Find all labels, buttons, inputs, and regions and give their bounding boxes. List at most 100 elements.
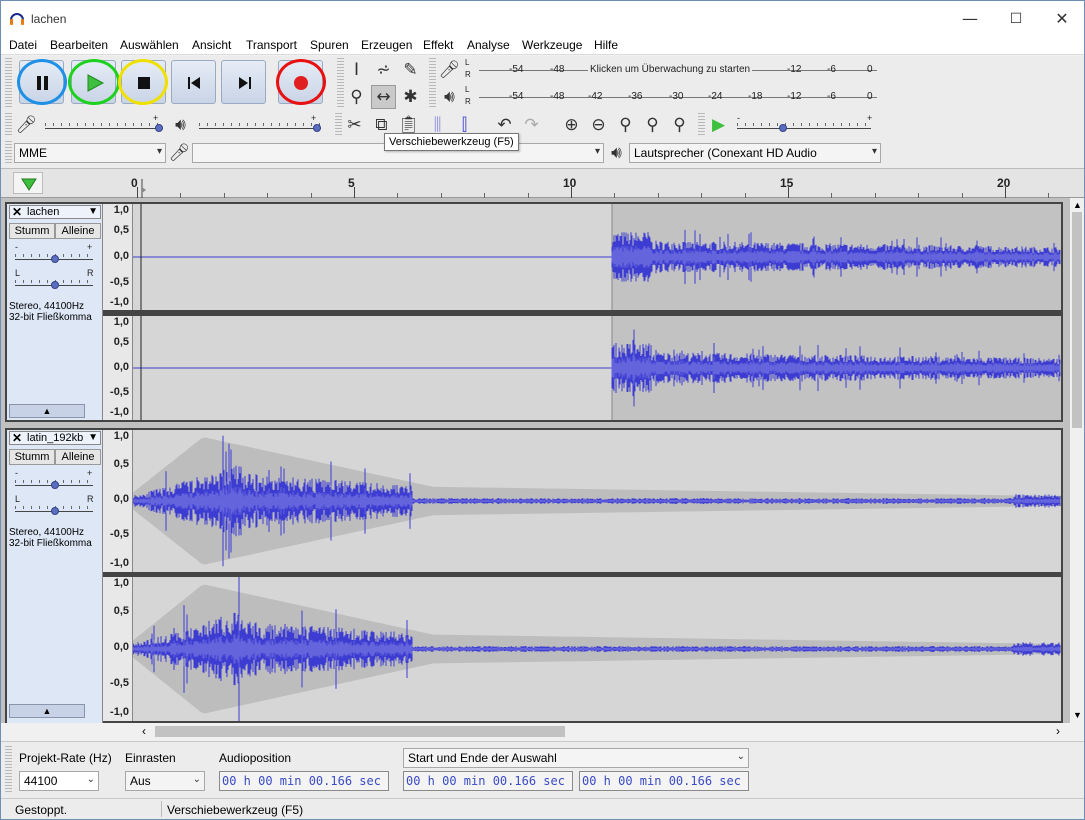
track-name-menu[interactable]: ✕ lachen ▼ <box>9 205 101 219</box>
vertical-scale[interactable]: 1,0 0,5 0,0 -0,5 -1,0 <box>103 577 133 721</box>
menu-ansicht[interactable]: Ansicht <box>192 38 231 52</box>
zoom-in-button[interactable]: ⊕ <box>559 113 584 137</box>
status-tool-text: Verschiebewerkzeug (F5) <box>167 803 304 817</box>
menu-werkzeuge[interactable]: Werkzeuge <box>522 38 582 52</box>
menu-spuren[interactable]: Spuren <box>310 38 349 52</box>
pan-thumb[interactable] <box>51 281 59 289</box>
track-name-menu[interactable]: ✕ latin_192kb ▼ <box>9 431 101 445</box>
mixer-toolbar-grip[interactable] <box>5 113 12 137</box>
skip-to-start-button[interactable] <box>171 60 216 104</box>
solo-button[interactable]: Alleine <box>55 449 101 465</box>
gain-thumb[interactable] <box>51 481 59 489</box>
zoom-toggle-button[interactable]: ⚲ <box>667 113 692 137</box>
zoom-tool-button[interactable]: ⚲ <box>344 85 369 109</box>
vertical-scale[interactable]: 1,0 0,5 0,0 -0,5 -1,0 <box>103 204 133 310</box>
menu-auswaehlen[interactable]: Auswählen <box>120 38 179 52</box>
double-arrow-icon: ↔ <box>376 87 391 107</box>
multi-tool-button[interactable]: ✱ <box>398 85 423 109</box>
meter-toolbar-grip[interactable] <box>429 58 436 108</box>
chevron-down-icon: ⌄ <box>192 774 201 785</box>
selection-mode-select[interactable]: Start und Ende der Auswahl ⌄ <box>403 748 749 768</box>
pan-thumb[interactable] <box>51 507 59 515</box>
collapse-track-button[interactable]: ▲ <box>9 404 85 418</box>
fit-project-button[interactable]: ⚲ <box>640 113 665 137</box>
selection-toolbar-grip[interactable] <box>5 746 12 794</box>
zoom-out-button[interactable]: ⊖ <box>586 113 611 137</box>
cut-button[interactable]: ✂ <box>342 113 367 137</box>
close-track-icon[interactable]: ✕ <box>12 205 22 219</box>
vertical-scroll-thumb[interactable] <box>1072 212 1082 428</box>
collapse-track-button[interactable]: ▲ <box>9 704 85 718</box>
solo-button[interactable]: Alleine <box>55 223 101 239</box>
record-meter[interactable]: -54 -48 Klicken um Überwachung zu starte… <box>475 58 879 82</box>
device-toolbar-grip[interactable] <box>5 141 12 165</box>
scroll-right-icon[interactable]: › <box>1056 724 1060 738</box>
record-meter-hint[interactable]: Klicken um Überwachung zu starten <box>588 64 753 75</box>
audio-position-field[interactable]: 00 h 00 min 00.166 sec <box>219 771 389 791</box>
recording-volume-slider[interactable]: + <box>43 113 167 136</box>
pan-slider[interactable]: L R <box>13 268 97 290</box>
waveform-channel-right[interactable] <box>133 316 1061 420</box>
selection-start-field[interactable]: 00 h 00 min 00.166 sec <box>403 771 573 791</box>
audio-host-select[interactable]: MME ▾ <box>14 143 166 163</box>
menu-transport[interactable]: Transport <box>246 38 297 52</box>
gain-slider[interactable]: - + <box>13 242 97 264</box>
pan-slider[interactable]: L R <box>13 494 97 516</box>
gain-slider[interactable]: - + <box>13 468 97 490</box>
menu-bearbeiten[interactable]: Bearbeiten <box>50 38 108 52</box>
close-track-icon[interactable]: ✕ <box>12 431 22 445</box>
fit-selection-button[interactable]: ⚲ <box>613 113 638 137</box>
play-meter-button[interactable]: 🔊︎ <box>437 85 462 109</box>
scroll-left-icon[interactable]: ‹ <box>142 724 146 738</box>
scroll-down-icon[interactable]: ▼ <box>1073 710 1082 720</box>
selection-tool-button[interactable]: I <box>344 58 369 82</box>
vertical-scale[interactable]: 1,0 0,5 0,0 -0,5 -1,0 <box>103 430 133 572</box>
timeline-options-button[interactable] <box>13 172 43 194</box>
dropdown-triangle-icon: ▼ <box>88 432 98 443</box>
timeline-ruler[interactable]: 0 5 10 15 20 <box>1 168 1084 199</box>
close-window-button[interactable]: ✕ <box>1039 7 1085 31</box>
recording-volume-thumb[interactable] <box>155 124 163 132</box>
horizontal-scrollbar[interactable]: ‹ › <box>1 723 1084 740</box>
draw-tool-button[interactable]: ✎ <box>398 58 423 82</box>
playback-device-value: Lautsprecher (Conexant HD Audio <box>634 146 817 160</box>
selection-end-field[interactable]: 00 h 00 min 00.166 sec <box>579 771 749 791</box>
waveform-channel-left[interactable] <box>133 204 1061 310</box>
menu-datei[interactable]: Datei <box>9 38 37 52</box>
envelope-tool-button[interactable]: ⩫ <box>371 58 396 82</box>
record-meter-button[interactable]: 🎤︎ <box>437 58 462 82</box>
tools-toolbar-grip[interactable] <box>337 58 344 108</box>
project-rate-select[interactable]: 44100 ⌄ <box>19 771 99 791</box>
mute-button[interactable]: Stumm <box>9 449 55 465</box>
playback-device-select[interactable]: Lautsprecher (Conexant HD Audio ▾ <box>629 143 881 163</box>
vertical-scrollbar[interactable]: ▲ ▼ <box>1070 198 1084 723</box>
gain-thumb[interactable] <box>51 255 59 263</box>
minimize-button[interactable]: — <box>947 7 993 31</box>
edit-toolbar-grip[interactable] <box>335 113 342 137</box>
skip-to-end-button[interactable] <box>221 60 266 104</box>
playback-volume-thumb[interactable] <box>313 124 321 132</box>
maximize-button[interactable]: ☐ <box>993 7 1039 31</box>
scroll-up-icon[interactable]: ▲ <box>1073 200 1082 210</box>
snap-select[interactable]: Aus ⌄ <box>125 771 205 791</box>
play-speed-thumb[interactable] <box>779 124 787 132</box>
scale-label: 0,5 <box>113 458 129 470</box>
play-speed-minus: - <box>737 113 740 123</box>
horizontal-scroll-thumb[interactable] <box>155 726 565 737</box>
toolbar-grip[interactable] <box>5 58 12 108</box>
playback-volume-slider[interactable]: + <box>197 113 325 136</box>
waveform-channel-left[interactable] <box>133 430 1061 572</box>
mute-button[interactable]: Stumm <box>9 223 55 239</box>
play-at-speed-button[interactable]: ▶ <box>706 113 731 137</box>
menu-effekt[interactable]: Effekt <box>423 38 453 52</box>
menu-erzeugen[interactable]: Erzeugen <box>361 38 412 52</box>
waveform-channel-right[interactable] <box>133 577 1061 721</box>
menu-hilfe[interactable]: Hilfe <box>594 38 618 52</box>
time-shift-tool-button[interactable]: ↔ <box>371 85 396 109</box>
vertical-scale[interactable]: 1,0 0,5 0,0 -0,5 -1,0 <box>103 316 133 420</box>
redo-button[interactable]: ↷ <box>519 113 544 137</box>
play-at-speed-slider[interactable]: - + <box>735 113 877 136</box>
play-at-speed-toolbar-grip[interactable] <box>698 113 705 137</box>
menu-analyse[interactable]: Analyse <box>467 38 510 52</box>
play-meter[interactable]: -54 -48 -42 -36 -30 -24 -18 -12 -6 0 <box>475 85 879 109</box>
